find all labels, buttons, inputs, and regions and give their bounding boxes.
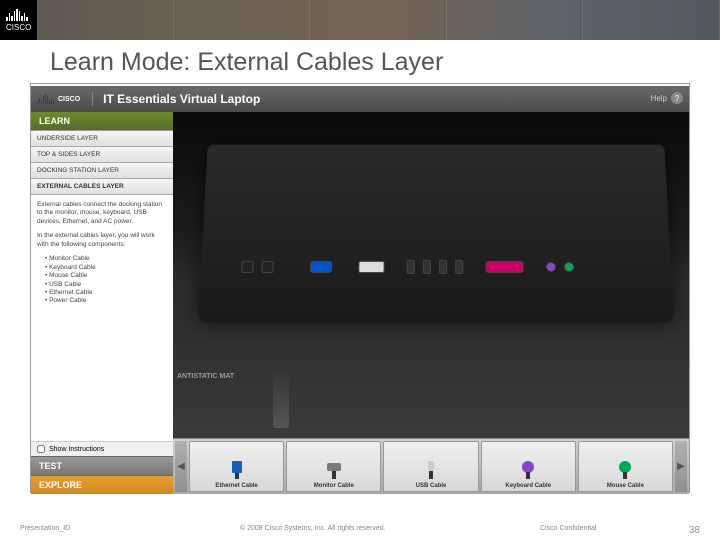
- ps2-keyboard-port-icon[interactable]: [546, 262, 556, 272]
- cable-item-usb[interactable]: USB Cable: [383, 441, 478, 492]
- list-item: Ethernet Cable: [45, 289, 167, 297]
- cable-label: Ethernet Cable: [215, 483, 257, 489]
- monitor-cable-icon: [321, 457, 347, 483]
- footer-confidential: Cisco Confidential: [540, 525, 660, 536]
- ethernet-port-icon[interactable]: [261, 261, 274, 273]
- ethernet-port-icon[interactable]: [241, 261, 254, 273]
- cable-label: Mouse Cable: [607, 483, 644, 489]
- app-title: IT Essentials Virtual Laptop: [92, 92, 260, 106]
- antistatic-mat-label: ANTISTATIC MAT: [177, 373, 234, 380]
- cisco-bars-icon: [37, 94, 54, 104]
- cisco-logo-text: CISCO: [6, 23, 31, 32]
- docking-station[interactable]: [198, 145, 674, 323]
- slide-title: Learn Mode: External Cables Layer: [0, 40, 720, 83]
- footer-page-number: 38: [660, 525, 700, 536]
- nav-layer-docking[interactable]: DOCKING STATION LAYER: [31, 163, 173, 179]
- slide-footer: Presentation_ID © 2008 Cisco Systems, In…: [0, 525, 720, 536]
- vga-port-icon[interactable]: [310, 261, 333, 273]
- cable-label: Keyboard Cable: [505, 483, 551, 489]
- nav-layer-underside[interactable]: UNDERSIDE LAYER: [31, 131, 173, 147]
- instructions-panel: External cables connect the docking stat…: [31, 195, 173, 441]
- ps2-mouse-port-icon[interactable]: [564, 262, 574, 272]
- workspace: ANTISTATIC MAT ◀ Ethernet Cable Monitor …: [173, 112, 689, 494]
- app-cisco-text: CISCO: [58, 96, 80, 103]
- nav-layer-top-sides[interactable]: TOP & SIDES LAYER: [31, 147, 173, 163]
- instructions-p1: External cables connect the docking stat…: [37, 201, 167, 226]
- cisco-bars-icon: [6, 9, 31, 21]
- tray-prev-button[interactable]: ◀: [175, 441, 187, 492]
- cable-tray: ◀ Ethernet Cable Monitor Cable: [173, 438, 689, 494]
- cable-label: USB Cable: [416, 483, 447, 489]
- show-instructions-toggle[interactable]: Show Instructions: [31, 441, 173, 456]
- components-list: Monitor Cable Keyboard Cable Mouse Cable…: [37, 255, 167, 306]
- footer-copyright: © 2008 Cisco Systems, Inc. All rights re…: [240, 525, 540, 536]
- show-instructions-checkbox[interactable]: [37, 445, 45, 453]
- list-item: USB Cable: [45, 281, 167, 289]
- nav-layer-external-cables[interactable]: EXTERNAL CABLES LAYER: [31, 179, 173, 195]
- list-item: Mouse Cable: [45, 272, 167, 280]
- nav-explore[interactable]: EXPLORE: [31, 475, 173, 494]
- parallel-port-icon[interactable]: [485, 261, 524, 273]
- app-cisco-logo: CISCO: [31, 94, 86, 104]
- usb-cable-icon: [418, 457, 444, 483]
- show-instructions-label: Show Instructions: [49, 446, 104, 453]
- nav-learn[interactable]: LEARN: [31, 112, 173, 131]
- list-item: Keyboard Cable: [45, 264, 167, 272]
- dvi-port-icon[interactable]: [358, 261, 384, 273]
- instructions-p2: In the external cables layer, you will w…: [37, 232, 167, 249]
- nav-test[interactable]: TEST: [31, 456, 173, 475]
- list-item: Power Cable: [45, 297, 167, 305]
- footer-presentation-id: Presentation_ID: [20, 525, 240, 536]
- sidebar: LEARN UNDERSIDE LAYER TOP & SIDES LAYER …: [31, 112, 173, 494]
- keyboard-cable-icon: [515, 457, 541, 483]
- cable-item-mouse[interactable]: Mouse Cable: [578, 441, 673, 492]
- app-header: CISCO IT Essentials Virtual Laptop Help …: [31, 84, 689, 112]
- usb-port-icon[interactable]: [439, 260, 447, 274]
- slide-header-band: CISCO: [0, 0, 720, 40]
- usb-port-icon[interactable]: [455, 260, 463, 274]
- help-area: Help ?: [651, 92, 683, 104]
- cable-item-monitor[interactable]: Monitor Cable: [286, 441, 381, 492]
- list-item: Monitor Cable: [45, 255, 167, 263]
- cisco-logo: CISCO: [0, 0, 37, 40]
- help-icon[interactable]: ?: [671, 92, 683, 104]
- cable-item-ethernet[interactable]: Ethernet Cable: [189, 441, 284, 492]
- workspace-3d-view[interactable]: ANTISTATIC MAT: [173, 112, 689, 438]
- tray-next-button[interactable]: ▶: [675, 441, 687, 492]
- ethernet-cable-icon: [224, 457, 250, 483]
- cable-item-keyboard[interactable]: Keyboard Cable: [481, 441, 576, 492]
- port-row: [240, 242, 662, 292]
- mouse-cable-icon: [612, 457, 638, 483]
- app-frame: CISCO IT Essentials Virtual Laptop Help …: [30, 83, 690, 493]
- help-link[interactable]: Help: [651, 94, 667, 103]
- header-photo-strip: [37, 0, 720, 40]
- usb-port-icon[interactable]: [423, 260, 431, 274]
- usb-port-icon[interactable]: [407, 260, 415, 274]
- plugged-cable[interactable]: [273, 368, 289, 428]
- cable-label: Monitor Cable: [314, 483, 354, 489]
